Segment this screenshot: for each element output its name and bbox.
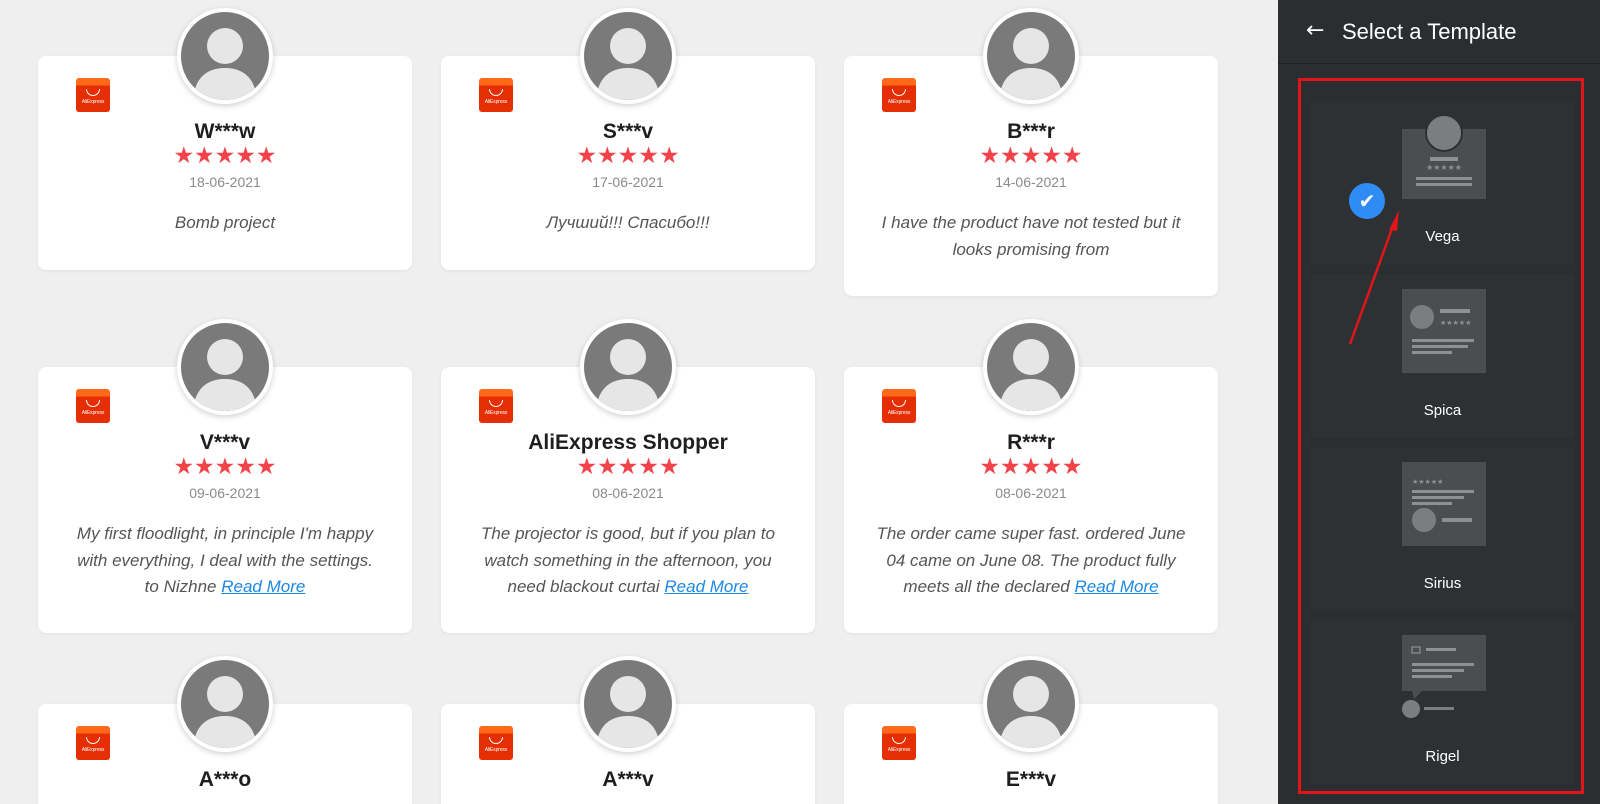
review-card: AliExpress W***w ★★★★★ 18-06-2021 Bomb p… <box>38 8 412 270</box>
review-text: Bomb project <box>174 213 276 232</box>
review-date: 08-06-2021 <box>592 485 664 501</box>
avatar <box>983 319 1079 415</box>
sidebar-title: Select a Template <box>1342 19 1517 44</box>
review-date: 17-06-2021 <box>592 174 664 190</box>
spica-thumbnail-icon: ★★★★★ <box>1402 289 1486 373</box>
reviewer-name: A***v <box>602 768 654 791</box>
aliexpress-logo-icon: AliExpress <box>479 78 513 112</box>
review-card: AliExpress E***v <box>844 656 1218 804</box>
aliexpress-logo-icon: AliExpress <box>76 78 110 112</box>
reviewer-name: A***o <box>198 768 252 791</box>
rigel-thumbnail-icon <box>1402 635 1486 719</box>
review-card: AliExpress A***v <box>441 656 815 804</box>
aliexpress-logo-icon: AliExpress <box>882 389 916 423</box>
template-option-spica[interactable]: ★★★★★ Spica <box>1311 274 1574 438</box>
review-date: 18-06-2021 <box>189 174 261 190</box>
rating-stars: ★★★★★ <box>173 454 277 480</box>
reviewer-name: V***v <box>199 431 251 454</box>
aliexpress-logo-icon: AliExpress <box>76 726 110 760</box>
template-option-sirius[interactable]: ★★★★★ Sirius <box>1311 447 1574 611</box>
reviewer-name: S***v <box>602 120 654 143</box>
reviewer-name: R***r <box>1007 431 1055 454</box>
avatar <box>177 319 273 415</box>
avatar <box>580 656 676 752</box>
review-card: AliExpress R***r ★★★★★ 08-06-2021 The or… <box>844 319 1218 633</box>
review-card: AliExpress AliExpress Shopper ★★★★★ 08-0… <box>441 319 815 633</box>
review-card: AliExpress V***v ★★★★★ 09-06-2021 My fir… <box>38 319 412 633</box>
template-option-vega[interactable]: ✔ ★★★★★ Vega <box>1311 101 1574 265</box>
review-date: 09-06-2021 <box>189 485 261 501</box>
reviewer-name: B***r <box>1007 120 1055 143</box>
svg-text:★★★★★: ★★★★★ <box>1426 163 1462 172</box>
rating-stars: ★★★★★ <box>576 454 680 480</box>
avatar <box>580 8 676 104</box>
rating-stars: ★★★★★ <box>979 143 1083 169</box>
reviewer-name: AliExpress Shopper <box>528 431 728 454</box>
review-date: 08-06-2021 <box>995 485 1067 501</box>
template-list-highlight: ✔ ★★★★★ Vega ★★★★★ Spica ★★★★★ Sirius Ri… <box>1298 78 1584 794</box>
reviewer-name: E***v <box>1005 768 1057 791</box>
rating-stars: ★★★★★ <box>173 143 277 169</box>
rating-stars: ★★★★★ <box>576 143 680 169</box>
review-card: AliExpress S***v ★★★★★ 17-06-2021 Лучший… <box>441 8 815 270</box>
review-text: I have the product have not tested but i… <box>881 213 1181 259</box>
vega-thumbnail-icon: ★★★★★ <box>1402 114 1486 199</box>
template-sidebar: ← Select a Template ✔ ★★★★★ Vega ★★★★★ S… <box>1278 0 1600 804</box>
template-option-rigel[interactable]: Rigel <box>1311 620 1574 784</box>
read-more-link[interactable]: Read More <box>221 577 305 596</box>
aliexpress-logo-icon: AliExpress <box>479 389 513 423</box>
avatar <box>983 8 1079 104</box>
aliexpress-logo-icon: AliExpress <box>882 726 916 760</box>
review-text: Лучший!!! Спасибо!!! <box>546 213 710 232</box>
reviews-grid: AliExpress W***w ★★★★★ 18-06-2021 Bomb p… <box>0 0 1278 804</box>
avatar <box>983 656 1079 752</box>
avatar <box>177 656 273 752</box>
reviewer-name: W***w <box>194 120 256 143</box>
review-text: My first floodlight, in principle I'm ha… <box>76 524 374 596</box>
review-text: The projector is good, but if you plan t… <box>481 524 775 596</box>
svg-text:★★★★★: ★★★★★ <box>1440 319 1471 327</box>
check-icon: ✔ <box>1349 183 1385 219</box>
avatar <box>177 8 273 104</box>
aliexpress-logo-icon: AliExpress <box>76 389 110 423</box>
template-label: Sirius <box>1423 575 1462 592</box>
rating-stars: ★★★★★ <box>979 454 1083 480</box>
review-card: AliExpress B***r ★★★★★ 14-06-2021 I have… <box>844 8 1218 296</box>
svg-text:★★★★★: ★★★★★ <box>1412 478 1443 486</box>
review-text: The order came super fast. ordered June … <box>876 524 1186 596</box>
avatar <box>580 319 676 415</box>
template-label: Rigel <box>1425 748 1460 765</box>
arrow-left-icon[interactable]: ← <box>1306 20 1328 42</box>
aliexpress-logo-icon: AliExpress <box>882 78 916 112</box>
read-more-link[interactable]: Read More <box>664 577 748 596</box>
sirius-thumbnail-icon: ★★★★★ <box>1402 462 1486 546</box>
sidebar-header: ← Select a Template <box>1278 0 1600 64</box>
aliexpress-logo-icon: AliExpress <box>479 726 513 760</box>
review-card: AliExpress A***o <box>38 656 412 804</box>
read-more-link[interactable]: Read More <box>1074 577 1158 596</box>
template-label: Vega <box>1425 228 1460 245</box>
template-label: Spica <box>1423 402 1462 419</box>
review-date: 14-06-2021 <box>995 174 1067 190</box>
